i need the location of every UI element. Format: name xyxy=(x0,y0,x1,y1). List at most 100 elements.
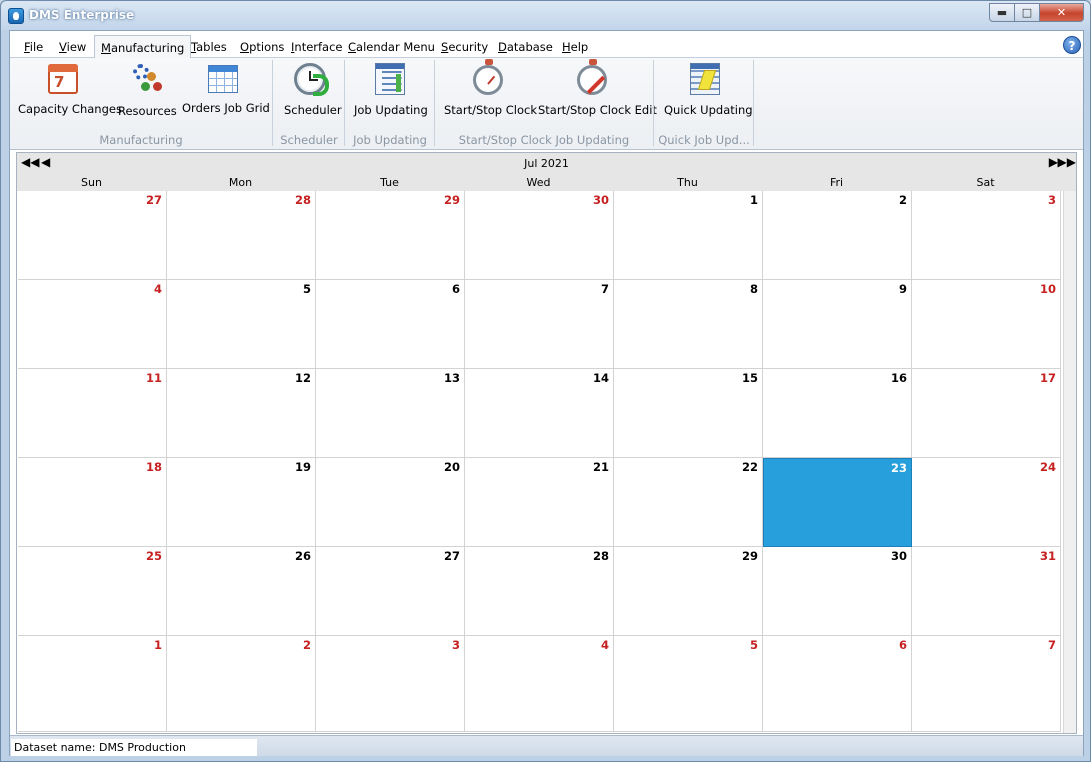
calendar-week-row: 4 5 6 7 8 9 10 xyxy=(18,280,1063,369)
calendar-day-cell[interactable]: 1 xyxy=(18,636,167,732)
calendar-day-cell[interactable]: 4 xyxy=(18,280,167,369)
day-number: 11 xyxy=(145,371,162,385)
menu-help[interactable]: Help xyxy=(562,40,588,54)
day-number: 17 xyxy=(1039,371,1056,385)
calendar-day-cell[interactable]: 9 xyxy=(763,280,912,369)
menu-tables[interactable]: Tables xyxy=(191,40,227,54)
calendar-day-cell[interactable]: 6 xyxy=(763,636,912,732)
scheduler-button[interactable]: Scheduler xyxy=(284,62,342,126)
stopwatch-edit-icon xyxy=(577,59,607,95)
calendar-day-cell[interactable]: 1 xyxy=(614,191,763,280)
calendar-header: ◀◀ ◀ Jul 2021 ▶ ▶▶ Sun Mon Tue Wed Thu F… xyxy=(17,153,1076,191)
group-label-job-updating: Job Updating xyxy=(353,133,427,147)
menu-calendar[interactable]: Calendar Menu xyxy=(348,40,435,54)
close-button[interactable]: ✕ xyxy=(1040,3,1084,22)
calendar-day-cell[interactable]: 7 xyxy=(912,636,1061,732)
orders-job-grid-label: Orders Job Grid xyxy=(182,101,270,115)
calendar-day-cell[interactable]: 3 xyxy=(912,191,1061,280)
calendar-day-cell[interactable]: 12 xyxy=(167,369,316,458)
calendar-day-cell[interactable]: 14 xyxy=(465,369,614,458)
weekday-header-row: Sun Mon Tue Wed Thu Fri Sat xyxy=(17,176,1076,191)
job-updating-button[interactable]: Job Updating xyxy=(354,62,428,126)
calendar-day-cell[interactable]: 5 xyxy=(614,636,763,732)
minimize-button[interactable]: ▬ xyxy=(989,3,1015,22)
calendar-day-cell[interactable]: 15 xyxy=(614,369,763,458)
next-year-button[interactable]: ▶▶ xyxy=(1058,155,1076,169)
menu-view-label: iew xyxy=(66,40,87,54)
calendar-day-cell[interactable]: 28 xyxy=(167,191,316,280)
day-number: 26 xyxy=(294,549,311,563)
calendar-day-cell[interactable]: 29 xyxy=(614,547,763,636)
menu-manufacturing-accel: M xyxy=(101,41,111,55)
app-logo-icon[interactable] xyxy=(8,8,24,24)
menu-database[interactable]: Database xyxy=(498,40,553,54)
calendar-day-cell[interactable]: 11 xyxy=(18,369,167,458)
start-stop-clock-button[interactable]: Start/Stop Clock xyxy=(444,59,538,126)
day-number: 10 xyxy=(1039,282,1056,296)
day-number: 2 xyxy=(898,193,907,207)
capacity-changes-button[interactable]: 7 Capacity Changes xyxy=(18,62,122,126)
calendar-week-row: 18 19 20 21 22 23 24 xyxy=(18,458,1063,547)
calendar-day-cell[interactable]: 27 xyxy=(316,547,465,636)
calendar-day-cell[interactable]: 19 xyxy=(167,458,316,547)
calendar-day-cell[interactable]: 28 xyxy=(465,547,614,636)
ribbon: 7 Capacity Changes Resources Orders Job … xyxy=(10,58,1083,150)
calendar-day-cell[interactable]: 27 xyxy=(18,191,167,280)
calendar-day-cell[interactable]: 8 xyxy=(614,280,763,369)
quick-updating-button[interactable]: Quick Updating xyxy=(664,62,753,126)
menu-file[interactable]: File xyxy=(24,40,43,54)
menu-view[interactable]: View xyxy=(59,40,86,54)
calendar-day-cell[interactable]: 26 xyxy=(167,547,316,636)
title-bar[interactable]: DMS Enterprise ▬ □ ✕ xyxy=(1,1,1090,30)
start-stop-clock-label: Start/Stop Clock xyxy=(444,103,538,117)
vertical-scrollbar[interactable] xyxy=(1063,191,1076,733)
menu-interface[interactable]: Interface xyxy=(291,40,343,54)
calendar-day-cell-selected[interactable]: 23 xyxy=(763,458,912,547)
day-number: 30 xyxy=(592,193,609,207)
menu-options[interactable]: Options xyxy=(240,40,284,54)
calendar-day-cell[interactable]: 17 xyxy=(912,369,1061,458)
menu-file-label: ile xyxy=(29,40,44,54)
day-number: 19 xyxy=(294,460,311,474)
resources-icon xyxy=(129,62,163,96)
calendar-day-cell[interactable]: 4 xyxy=(465,636,614,732)
calendar-day-cell[interactable]: 20 xyxy=(316,458,465,547)
calendar-day-cell[interactable]: 7 xyxy=(465,280,614,369)
orders-job-grid-button[interactable]: Orders Job Grid xyxy=(182,62,270,126)
calendar-day-cell[interactable]: 31 xyxy=(912,547,1061,636)
calendar-day-cell[interactable]: 29 xyxy=(316,191,465,280)
day-number: 9 xyxy=(898,282,907,296)
calendar-day-cell[interactable]: 13 xyxy=(316,369,465,458)
menu-security[interactable]: Security xyxy=(441,40,488,54)
window-controls: ▬ □ ✕ xyxy=(989,3,1084,22)
calendar-day-cell[interactable]: 22 xyxy=(614,458,763,547)
calendar-day-cell[interactable]: 30 xyxy=(465,191,614,280)
calendar-day-cell[interactable]: 5 xyxy=(167,280,316,369)
calendar-day-cell[interactable]: 3 xyxy=(316,636,465,732)
menu-manufacturing[interactable]: Manufacturing xyxy=(94,35,192,59)
calendar-day-cell[interactable]: 2 xyxy=(167,636,316,732)
resources-button[interactable]: Resources xyxy=(118,62,177,126)
calendar-day-cell[interactable]: 30 xyxy=(763,547,912,636)
start-stop-clock-edit-button[interactable]: Start/Stop Clock Edit xyxy=(538,59,657,126)
calendar-day-cell[interactable]: 25 xyxy=(18,547,167,636)
menu-tables-label: ables xyxy=(196,40,227,54)
menu-view-accel: V xyxy=(59,40,67,54)
quick-updating-label: Quick Updating xyxy=(664,103,753,117)
weekday-sat: Sat xyxy=(976,176,995,189)
calendar-day-cell[interactable]: 21 xyxy=(465,458,614,547)
menu-help-label: elp xyxy=(570,40,589,54)
menu-options-accel: O xyxy=(240,40,250,54)
job-updating-label: Job Updating xyxy=(354,103,428,117)
calendar-day-cell[interactable]: 18 xyxy=(18,458,167,547)
maximize-button[interactable]: □ xyxy=(1015,3,1040,22)
day-number: 21 xyxy=(592,460,609,474)
calendar-day-cell[interactable]: 10 xyxy=(912,280,1061,369)
calendar-day-cell[interactable]: 24 xyxy=(912,458,1061,547)
calendar-day-cell[interactable]: 16 xyxy=(763,369,912,458)
calendar-day-cell[interactable]: 6 xyxy=(316,280,465,369)
calendar-icon-glyph: 7 xyxy=(54,73,65,91)
help-icon[interactable]: ? xyxy=(1063,36,1081,54)
calendar-day-cell[interactable]: 2 xyxy=(763,191,912,280)
minimize-icon: ▬ xyxy=(996,6,1008,19)
